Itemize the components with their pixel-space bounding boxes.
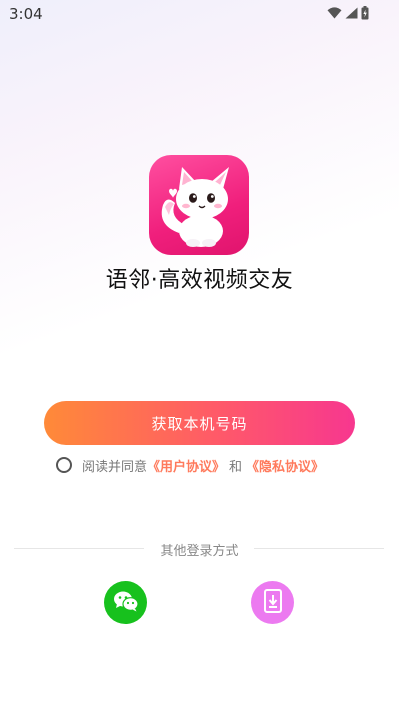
agreement-and: 和 [229, 459, 243, 475]
status-time: 3:04 [9, 5, 43, 23]
agreement-row: 阅读并同意 《用户协议》 和 《隐私协议》 [56, 454, 324, 476]
battery-icon [361, 6, 369, 20]
status-icons [327, 6, 369, 20]
agreement-prefix: 阅读并同意 [82, 459, 148, 475]
signal-icon [345, 7, 358, 19]
user-agreement-link[interactable]: 《用户协议》 [147, 456, 225, 475]
phone-login-button[interactable] [251, 581, 294, 624]
get-phone-number-button[interactable]: 获取本机号码 [44, 401, 355, 445]
status-bar: 3:04 [0, 0, 399, 28]
privacy-policy-link[interactable]: 《隐私协议》 [246, 456, 324, 475]
app-logo-cat-icon [149, 155, 249, 255]
phone-login-icon [263, 588, 283, 617]
wechat-icon [113, 590, 139, 616]
wechat-login-button[interactable] [104, 581, 147, 624]
agreement-radio[interactable] [56, 457, 72, 473]
divider-right [254, 548, 384, 549]
wifi-icon [327, 7, 342, 19]
other-login-label: 其他登录方式 [160, 544, 239, 559]
app-title: 语邻·高效视频交友 [105, 268, 294, 293]
